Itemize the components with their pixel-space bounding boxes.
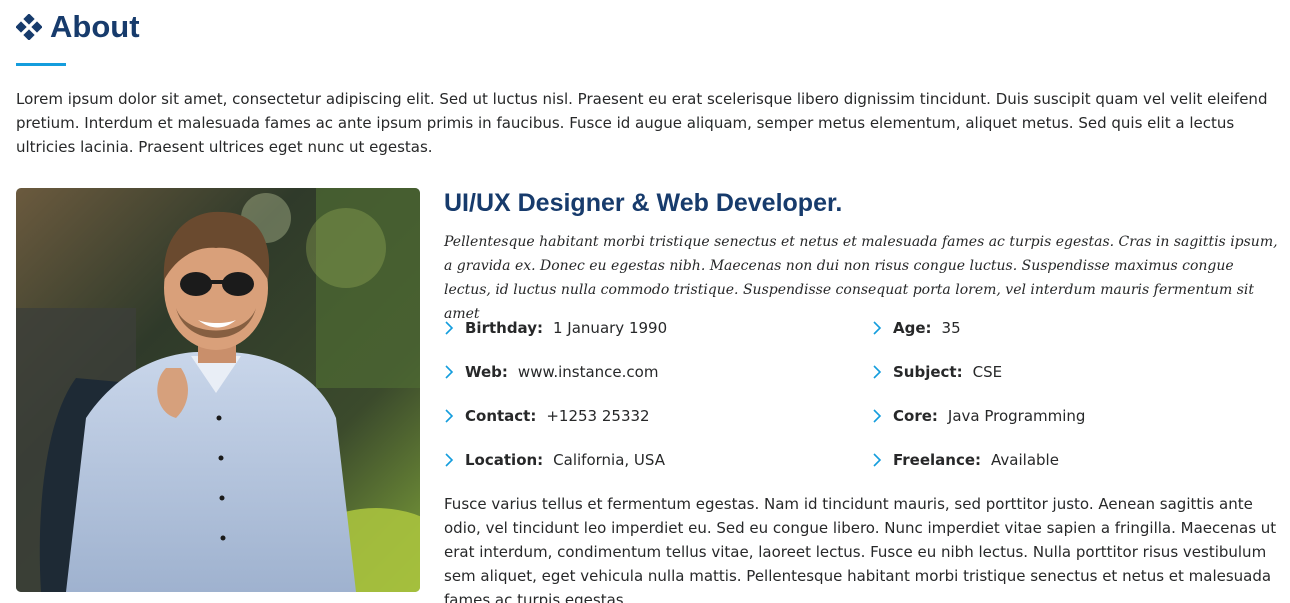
- chevron-right-icon: [873, 453, 882, 467]
- chevron-right-icon: [445, 365, 454, 379]
- fact-value: California, USA: [553, 451, 665, 469]
- fact-label: Birthday:: [465, 319, 543, 337]
- title-underline: [16, 63, 66, 66]
- fact-value: www.instance.com: [517, 363, 659, 381]
- section-title: About: [16, 8, 140, 46]
- fact-location: Location: California, USA: [444, 448, 872, 472]
- fact-value: CSE: [972, 363, 1003, 381]
- fact-value: 35: [941, 319, 961, 337]
- chevron-right-icon: [873, 365, 882, 379]
- fact-core: Core: Java Programming: [872, 404, 1284, 428]
- about-section: About Lorem ipsum dolor sit amet, consec…: [0, 0, 1290, 603]
- fact-value: Java Programming: [947, 407, 1086, 425]
- fact-value: Available: [991, 451, 1059, 469]
- fact-contact: Contact: +1253 25332: [444, 404, 872, 428]
- intro-paragraph: Lorem ipsum dolor sit amet, consectetur …: [16, 90, 1268, 156]
- fact-label: Age:: [893, 319, 932, 337]
- chevron-right-icon: [445, 409, 454, 423]
- chevron-right-icon: [873, 409, 882, 423]
- fact-label: Location:: [465, 451, 544, 469]
- fact-value: +1253 25332: [546, 407, 650, 425]
- profile-photo: [16, 188, 420, 592]
- fact-subject: Subject: CSE: [872, 360, 1284, 384]
- fact-birthday: Birthday: 1 January 1990: [444, 316, 872, 340]
- chevron-right-icon: [873, 321, 882, 335]
- fact-value: 1 January 1990: [553, 319, 668, 337]
- fact-label: Web:: [465, 363, 508, 381]
- lead-paragraph: Pellentesque habitant morbi tristique se…: [444, 234, 1278, 322]
- facts-list: Birthday: 1 January 1990 Age: 35 Web: ww…: [444, 316, 1284, 472]
- section-title-text: About: [50, 9, 140, 44]
- fact-web: Web: www.instance.com: [444, 360, 872, 384]
- fact-label: Freelance:: [893, 451, 982, 469]
- fact-label: Core:: [893, 407, 938, 425]
- outro-paragraph: Fusce varius tellus et fermentum egestas…: [444, 495, 1277, 603]
- fact-label: Contact:: [465, 407, 537, 425]
- diamond-grid-icon: [16, 14, 42, 40]
- fact-label: Subject:: [893, 363, 963, 381]
- fact-freelance: Freelance: Available: [872, 448, 1284, 472]
- role-title: UI/UX Designer & Web Developer.: [444, 189, 843, 217]
- chevron-right-icon: [445, 453, 454, 467]
- chevron-right-icon: [445, 321, 454, 335]
- profile-details: UI/UX Designer & Web Developer. Pellente…: [444, 186, 1278, 326]
- fact-age: Age: 35: [872, 316, 1284, 340]
